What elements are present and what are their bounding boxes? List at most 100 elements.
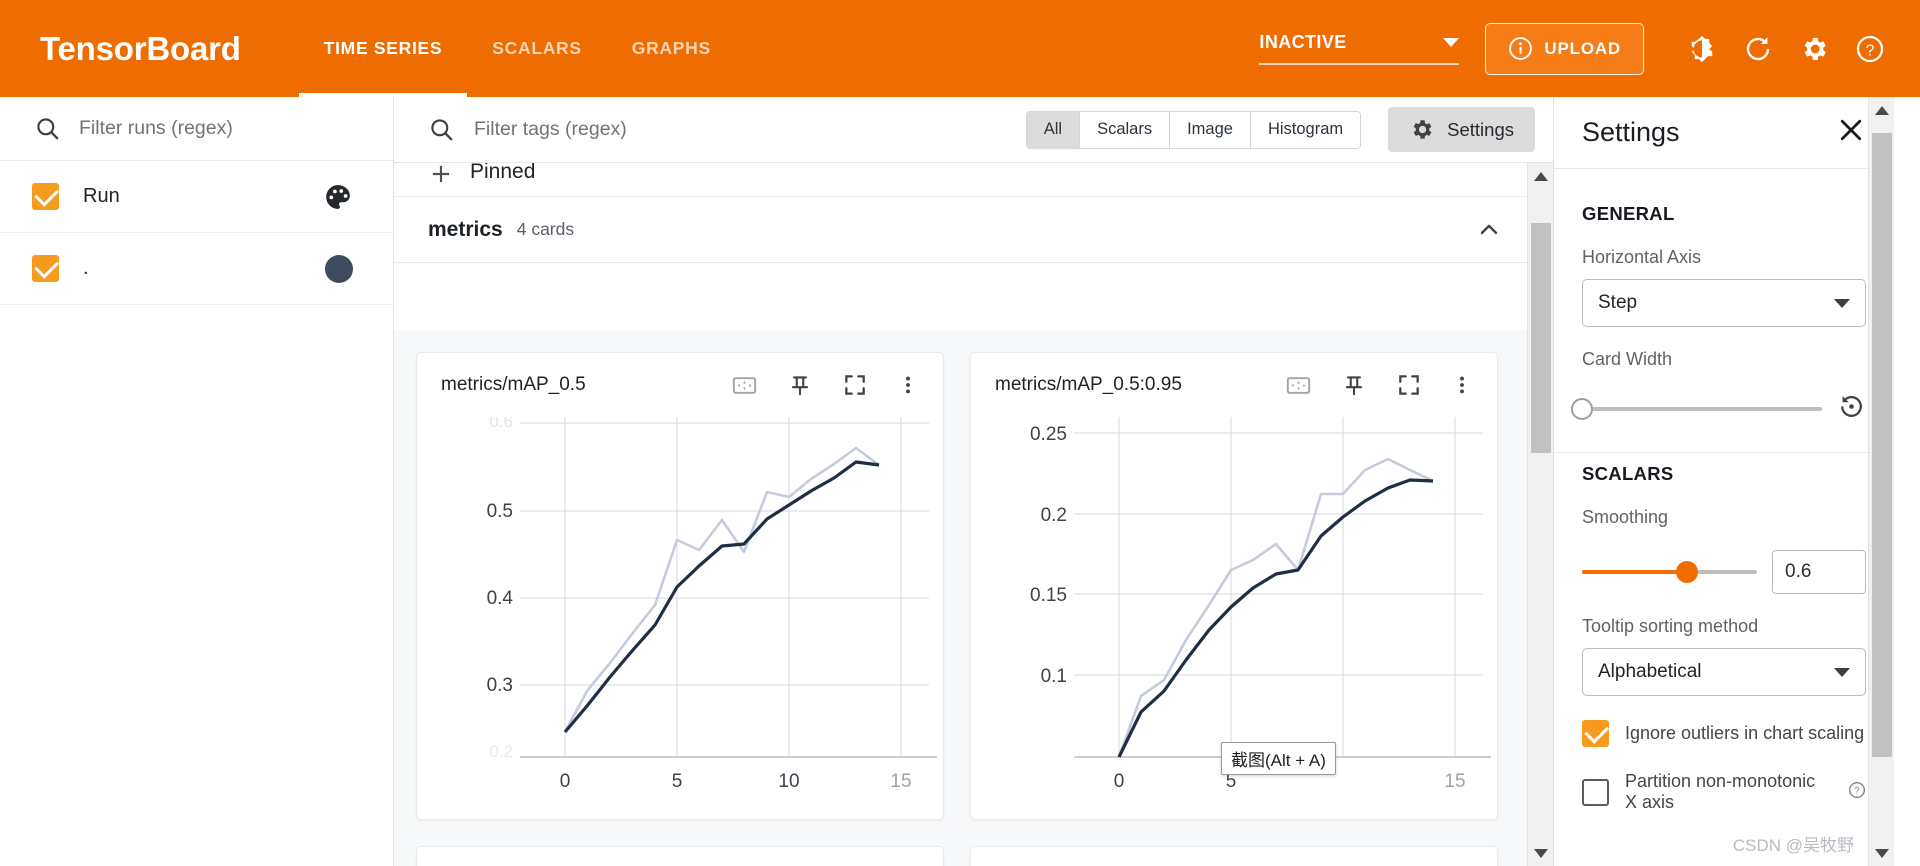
reset-card-width-icon[interactable] bbox=[1837, 392, 1866, 426]
pinned-section-header[interactable]: Pinned bbox=[394, 163, 1553, 197]
card-toolbar bbox=[731, 372, 919, 399]
scroll-up-arrow-icon[interactable] bbox=[1869, 97, 1895, 123]
app-logo-title: TensorBoard bbox=[40, 29, 241, 67]
chip-histogram[interactable]: Histogram bbox=[1250, 111, 1361, 148]
svg-text:0: 0 bbox=[560, 771, 571, 792]
tag-filter-input[interactable]: Filter tags (regex) bbox=[474, 118, 627, 141]
card-header: metrics/mAP_0.5 bbox=[417, 353, 943, 417]
smoothing-slider-knob[interactable] bbox=[1676, 561, 1698, 583]
svg-text:?: ? bbox=[1854, 785, 1859, 795]
overflow-menu-icon[interactable] bbox=[1451, 372, 1473, 398]
chevron-down-icon bbox=[1834, 667, 1850, 677]
settings-panel-header: Settings bbox=[1554, 97, 1894, 169]
fullscreen-icon[interactable] bbox=[842, 372, 868, 398]
smoothing-slider[interactable] bbox=[1582, 561, 1757, 583]
run-filter-row[interactable]: Filter runs (regex) bbox=[0, 97, 393, 161]
partition-x-axis-label: Partition non-monotonic X axis bbox=[1625, 771, 1816, 812]
close-icon[interactable] bbox=[1836, 115, 1866, 150]
main-content: Filter tags (regex) All Scalars Image Hi… bbox=[394, 97, 1553, 866]
chevron-down-icon bbox=[1834, 298, 1850, 308]
series-raw bbox=[1117, 457, 1434, 758]
settings-panel-title: Settings bbox=[1582, 117, 1680, 147]
svg-text:0.1: 0.1 bbox=[1041, 666, 1067, 687]
horizontal-axis-select[interactable]: Step bbox=[1582, 279, 1866, 327]
tooltip-sorting-select[interactable]: Alphabetical bbox=[1582, 648, 1866, 696]
scrollbar-thumb[interactable] bbox=[1872, 133, 1892, 757]
chip-scalars[interactable]: Scalars bbox=[1080, 111, 1171, 148]
header-actions: INACTIVE UPLOAD ? bbox=[1259, 21, 1920, 77]
settings-vertical-scrollbar[interactable] bbox=[1868, 97, 1894, 866]
partition-x-axis-row[interactable]: Partition non-monotonic X axis ? bbox=[1582, 771, 1866, 813]
tags-toolbar: Filter tags (regex) All Scalars Image Hi… bbox=[394, 97, 1553, 163]
pin-icon[interactable] bbox=[1341, 372, 1367, 398]
run-list-item[interactable]: . bbox=[0, 233, 393, 305]
chip-all[interactable]: All bbox=[1026, 111, 1081, 148]
run-checkbox[interactable] bbox=[32, 255, 59, 282]
runs-header-row: Run bbox=[0, 161, 393, 233]
scroll-up-arrow-icon[interactable] bbox=[1528, 163, 1554, 189]
info-icon bbox=[1509, 37, 1533, 60]
svg-text:0: 0 bbox=[1114, 771, 1125, 792]
run-name: . bbox=[83, 257, 89, 279]
tab-time-series[interactable]: TIME SERIES bbox=[298, 0, 468, 97]
partition-x-axis-checkbox[interactable] bbox=[1582, 778, 1609, 806]
ignore-outliers-row[interactable]: Ignore outliers in chart scaling bbox=[1582, 720, 1866, 747]
metrics-group-header[interactable]: metrics 4 cards bbox=[394, 197, 1553, 263]
line-chart-map05095[interactable]: 0.25 0.2 0.15 0.1 0 5 15 截图(Alt + A) bbox=[971, 417, 1497, 817]
general-section-header: GENERAL bbox=[1582, 203, 1675, 224]
upload-button[interactable]: UPLOAD bbox=[1485, 22, 1644, 75]
help-icon[interactable]: ? bbox=[1842, 21, 1898, 77]
overflow-menu-icon[interactable] bbox=[897, 372, 919, 398]
svg-text:0.2: 0.2 bbox=[489, 742, 513, 761]
scroll-down-arrow-icon[interactable] bbox=[1869, 840, 1895, 866]
runs-sidebar: Filter runs (regex) Run . bbox=[0, 97, 394, 866]
ignore-outliers-label: Ignore outliers in chart scaling bbox=[1625, 723, 1865, 743]
plus-icon bbox=[432, 165, 450, 182]
brightness-icon[interactable] bbox=[1674, 21, 1730, 77]
svg-text:0.5: 0.5 bbox=[487, 501, 513, 522]
chevron-up-icon[interactable] bbox=[1475, 216, 1503, 244]
data-table-icon[interactable] bbox=[731, 372, 758, 399]
card-width-slider[interactable] bbox=[1571, 398, 1822, 420]
gear-icon[interactable] bbox=[1786, 21, 1842, 77]
svg-text:10: 10 bbox=[778, 771, 799, 792]
run-filter-input[interactable]: Filter runs (regex) bbox=[79, 117, 233, 140]
smoothing-value-input[interactable]: 0.6 bbox=[1772, 550, 1866, 594]
tooltip-sorting-value: Alphabetical bbox=[1598, 661, 1702, 682]
svg-text:?: ? bbox=[1866, 42, 1875, 59]
run-state-dropdown[interactable]: INACTIVE bbox=[1259, 32, 1460, 65]
card-title: metrics/mAP_0.5 bbox=[441, 374, 586, 395]
pin-icon[interactable] bbox=[787, 372, 813, 398]
settings-button[interactable]: Settings bbox=[1388, 107, 1535, 152]
svg-text:0.4: 0.4 bbox=[487, 588, 514, 609]
run-color-swatch[interactable] bbox=[325, 254, 353, 283]
upload-label: UPLOAD bbox=[1544, 38, 1621, 58]
scrollbar-thumb[interactable] bbox=[1531, 223, 1551, 453]
chip-image[interactable]: Image bbox=[1170, 111, 1251, 148]
data-table-icon[interactable] bbox=[1285, 372, 1312, 399]
help-circle-icon[interactable]: ? bbox=[1848, 781, 1866, 804]
tab-scalars[interactable]: SCALARS bbox=[467, 0, 607, 97]
cards-scroll-region: Pinned metrics 4 cards metrics/mAP_0.5 0… bbox=[394, 163, 1553, 866]
fullscreen-icon[interactable] bbox=[1396, 372, 1422, 398]
svg-text:15: 15 bbox=[890, 771, 911, 792]
series-raw bbox=[563, 446, 880, 733]
tooltip-sorting-label: Tooltip sorting method bbox=[1582, 616, 1759, 636]
horizontal-axis-label: Horizontal Axis bbox=[1582, 247, 1702, 267]
line-chart-map05[interactable]: 0.6 0.2 0.5 0.4 0.3 0 5 10 15 bbox=[417, 417, 943, 817]
refresh-icon[interactable] bbox=[1730, 21, 1786, 77]
smoothing-slider-row: 0.6 bbox=[1582, 550, 1866, 594]
tab-graphs[interactable]: GRAPHS bbox=[607, 0, 736, 97]
main-vertical-scrollbar[interactable] bbox=[1527, 163, 1553, 866]
card-width-slider-row bbox=[1571, 392, 1866, 426]
ignore-outliers-checkbox[interactable] bbox=[1582, 720, 1609, 747]
select-all-runs-checkbox[interactable] bbox=[32, 183, 59, 210]
settings-button-label: Settings bbox=[1447, 118, 1514, 140]
card-width-slider-knob[interactable] bbox=[1571, 398, 1593, 420]
color-palette-icon[interactable] bbox=[323, 182, 353, 212]
settings-divider bbox=[1554, 452, 1894, 453]
cards-grid: metrics/mAP_0.5 0.6 0.2 0.5 0.4 0.3 0 5 … bbox=[416, 352, 1553, 866]
scroll-down-arrow-icon[interactable] bbox=[1528, 840, 1554, 866]
app-header: TensorBoard TIME SERIES SCALARS GRAPHS I… bbox=[0, 0, 1920, 97]
card-header: metrics/precision bbox=[417, 847, 943, 866]
